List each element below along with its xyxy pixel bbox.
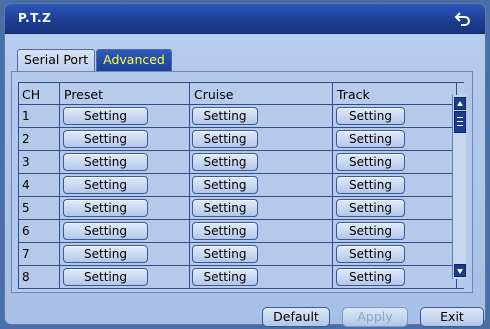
preset-setting-button[interactable]: Setting (63, 245, 148, 263)
window-title: P.T.Z (18, 11, 52, 25)
scroll-down-icon[interactable] (454, 264, 466, 277)
track-setting-button[interactable]: Setting (336, 130, 405, 148)
cruise-setting-button[interactable]: Setting (192, 268, 258, 286)
preset-cell: Setting (60, 243, 190, 265)
track-setting-button[interactable]: Setting (336, 268, 405, 286)
cruise-cell: Setting (190, 243, 333, 265)
advanced-panel: CH Preset Cruise Track 1 Setting Setting Se… (11, 71, 473, 293)
track-cell: Setting (333, 220, 457, 242)
row-ch: 8 (18, 266, 60, 288)
preset-cell: Setting (60, 220, 190, 242)
header-ch: CH (18, 83, 60, 105)
track-cell: Setting (333, 151, 457, 173)
cruise-setting-button[interactable]: Setting (192, 245, 258, 263)
row-ch: 2 (18, 128, 60, 150)
preset-setting-button[interactable]: Setting (63, 199, 148, 217)
cruise-cell: Setting (190, 197, 333, 219)
cruise-cell: Setting (190, 220, 333, 242)
table-scrollbar[interactable] (452, 95, 466, 279)
title-bar: P.T.Z (5, 4, 485, 34)
back-arrow-icon[interactable] (453, 9, 473, 29)
scroll-thumb[interactable] (454, 111, 466, 133)
table-row: 1 Setting Setting Setting (18, 105, 464, 128)
apply-button[interactable]: Apply (342, 307, 408, 327)
row-ch: 3 (18, 151, 60, 173)
cruise-setting-button[interactable]: Setting (192, 153, 258, 171)
table-header: CH Preset Cruise Track (18, 82, 464, 105)
cruise-setting-button[interactable]: Setting (192, 199, 258, 217)
table-row: 8 Setting Setting Setting (18, 266, 464, 289)
cruise-cell: Setting (190, 266, 333, 288)
track-setting-button[interactable]: Setting (336, 176, 405, 194)
table-row: 5 Setting Setting Setting (18, 197, 464, 220)
table-row: 2 Setting Setting Setting (18, 128, 464, 151)
preset-setting-button[interactable]: Setting (63, 176, 148, 194)
cruise-cell: Setting (190, 128, 333, 150)
track-setting-button[interactable]: Setting (336, 222, 405, 240)
cruise-cell: Setting (190, 105, 333, 127)
table-row: 7 Setting Setting Setting (18, 243, 464, 266)
cruise-setting-button[interactable]: Setting (192, 107, 258, 125)
row-ch: 4 (18, 174, 60, 196)
preset-setting-button[interactable]: Setting (63, 268, 148, 286)
table-row: 4 Setting Setting Setting (18, 174, 464, 197)
tab-bar: Serial Port Advanced (17, 49, 172, 71)
cruise-setting-button[interactable]: Setting (192, 176, 258, 194)
cruise-setting-button[interactable]: Setting (192, 130, 258, 148)
cruise-setting-button[interactable]: Setting (192, 222, 258, 240)
cruise-cell: Setting (190, 174, 333, 196)
row-ch: 1 (18, 105, 60, 127)
cruise-cell: Setting (190, 151, 333, 173)
row-ch: 7 (18, 243, 60, 265)
track-cell: Setting (333, 128, 457, 150)
track-setting-button[interactable]: Setting (336, 199, 405, 217)
track-setting-button[interactable]: Setting (336, 107, 405, 125)
tab-advanced[interactable]: Advanced (96, 49, 172, 71)
track-setting-button[interactable]: Setting (336, 153, 405, 171)
preset-setting-button[interactable]: Setting (63, 107, 148, 125)
preset-setting-button[interactable]: Setting (63, 153, 148, 171)
row-ch: 6 (18, 220, 60, 242)
ptz-table: CH Preset Cruise Track 1 Setting Setting Se… (18, 82, 464, 289)
header-cruise: Cruise (190, 83, 333, 105)
track-cell: Setting (333, 105, 457, 127)
track-setting-button[interactable]: Setting (336, 245, 405, 263)
track-cell: Setting (333, 174, 457, 196)
default-button[interactable]: Default (262, 307, 330, 327)
scroll-up-icon[interactable] (454, 97, 466, 110)
preset-setting-button[interactable]: Setting (63, 222, 148, 240)
preset-cell: Setting (60, 266, 190, 288)
preset-cell: Setting (60, 105, 190, 127)
header-preset: Preset (60, 83, 190, 105)
row-ch: 5 (18, 197, 60, 219)
exit-button[interactable]: Exit (420, 307, 484, 327)
track-cell: Setting (333, 243, 457, 265)
table-row: 3 Setting Setting Setting (18, 151, 464, 174)
preset-cell: Setting (60, 128, 190, 150)
track-cell: Setting (333, 197, 457, 219)
tab-serial-port[interactable]: Serial Port (17, 49, 96, 71)
preset-cell: Setting (60, 197, 190, 219)
header-track: Track (333, 83, 457, 105)
preset-setting-button[interactable]: Setting (63, 130, 148, 148)
preset-cell: Setting (60, 174, 190, 196)
table-row: 6 Setting Setting Setting (18, 220, 464, 243)
track-cell: Setting (333, 266, 457, 288)
preset-cell: Setting (60, 151, 190, 173)
